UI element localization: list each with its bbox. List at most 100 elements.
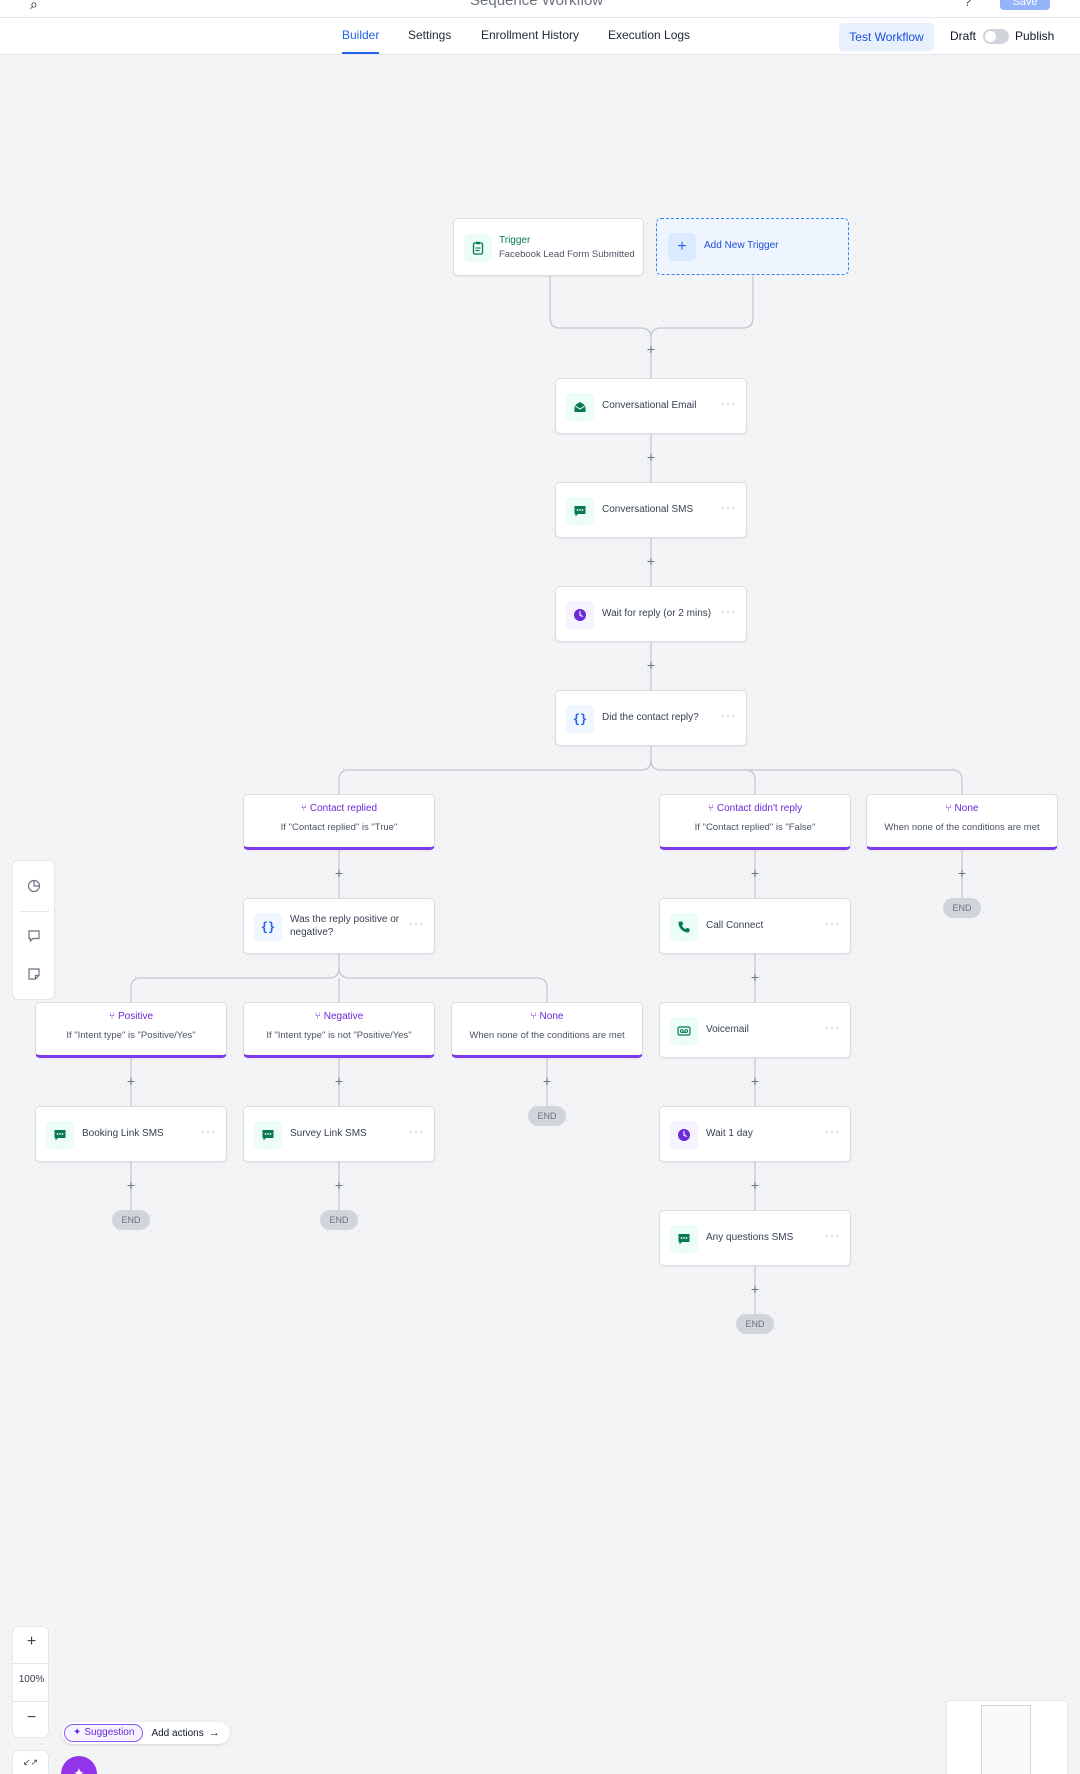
more-options-icon[interactable]: ··· [201, 1124, 216, 1138]
more-options-icon[interactable]: ··· [721, 500, 736, 514]
sms-icon [670, 1225, 698, 1253]
suggestion-label: Suggestion [84, 1727, 135, 1738]
fit-view-icon[interactable]: ↙↗ [12, 1750, 49, 1774]
branch-title: Positive [117, 1011, 153, 1022]
add-step-button[interactable]: + [748, 970, 762, 984]
add-trigger-label: Add New Trigger [704, 240, 779, 251]
conversational-email-node[interactable]: Conversational Email ··· [555, 378, 747, 434]
workflow-canvas[interactable] [0, 56, 1080, 1774]
more-options-icon[interactable]: ··· [825, 1020, 840, 1034]
booking-link-sms-node[interactable]: Booking Link SMS ··· [35, 1106, 227, 1162]
publish-toggle[interactable] [983, 29, 1009, 44]
add-step-button[interactable]: + [332, 1178, 346, 1192]
wait-for-reply-node[interactable]: Wait for reply (or 2 mins) ··· [555, 586, 747, 642]
zoom-in-button[interactable]: + [13, 1633, 50, 1651]
stats-icon[interactable] [25, 877, 43, 895]
search-icon[interactable]: ⌕ [30, 0, 38, 13]
minimap-viewport [981, 1705, 1031, 1774]
add-step-button[interactable]: + [124, 1074, 138, 1088]
branch-subtitle: When none of the conditions are met [469, 1030, 625, 1041]
call-connect-node[interactable]: Call Connect ··· [659, 898, 851, 954]
workflow-title[interactable]: Sequence Workflow [470, 0, 603, 9]
node-label: Voicemail [706, 1024, 749, 1035]
end-marker: END [320, 1210, 358, 1230]
help-icon[interactable]: ? [964, 0, 971, 9]
branch-none-sub[interactable]: ⑂ None When none of the conditions are me… [451, 1002, 643, 1058]
toolbar-divider [19, 911, 49, 912]
add-step-button[interactable]: + [748, 1282, 762, 1296]
braces-icon: {} [254, 913, 282, 941]
add-step-button[interactable]: + [748, 1178, 762, 1192]
branch-icon: ⑂ [108, 1011, 115, 1022]
node-label: Did the contact reply? [602, 712, 699, 723]
add-step-button[interactable]: + [644, 658, 658, 672]
more-options-icon[interactable]: ··· [721, 396, 736, 410]
zoom-out-button[interactable]: − [13, 1709, 50, 1727]
branch-icon: ⑂ [530, 1011, 537, 1022]
trigger-subtitle: Facebook Lead Form Submitted [499, 249, 635, 260]
tab-bar: Builder Settings Enrollment History Exec… [0, 18, 1080, 55]
node-label: Booking Link SMS [82, 1128, 164, 1139]
add-step-button[interactable]: + [332, 1074, 346, 1088]
minimap[interactable] [946, 1700, 1068, 1774]
branch-contact-replied[interactable]: ⑂ Contact replied If "Contact replied" is… [243, 794, 435, 850]
add-actions-link[interactable]: Add actions [151, 1728, 203, 1739]
branch-positive[interactable]: ⑂ Positive If "Intent type" is "Positive/… [35, 1002, 227, 1058]
more-options-icon[interactable]: ··· [825, 1124, 840, 1138]
more-options-icon[interactable]: ··· [721, 604, 736, 618]
survey-link-sms-node[interactable]: Survey Link SMS ··· [243, 1106, 435, 1162]
comment-icon[interactable] [25, 927, 43, 945]
reply-condition-node[interactable]: {} Was the reply positive or negative? ·… [243, 898, 435, 954]
more-options-icon[interactable]: ··· [825, 1228, 840, 1242]
tab-settings[interactable]: Settings [408, 28, 451, 42]
draft-label: Draft [950, 29, 977, 43]
branch-contact-didnt-reply[interactable]: ⑂ Contact didn't reply If "Contact replie… [659, 794, 851, 850]
wait-1-day-node[interactable]: Wait 1 day ··· [659, 1106, 851, 1162]
sticky-note-icon[interactable] [25, 965, 43, 983]
zoom-divider [13, 1701, 50, 1702]
add-step-button[interactable]: + [955, 866, 969, 880]
branch-icon: ⑂ [707, 803, 714, 814]
add-step-button[interactable]: + [748, 866, 762, 880]
node-label: Call Connect [706, 920, 764, 931]
arrow-right-icon: → [208, 1727, 220, 1739]
suggestion-pill[interactable]: ✦ Suggestion [64, 1724, 144, 1742]
add-new-trigger-button[interactable]: + Add New Trigger [656, 218, 849, 275]
more-options-icon[interactable]: ··· [409, 1124, 424, 1138]
voicemail-node[interactable]: Voicemail ··· [659, 1002, 851, 1058]
publish-label: Publish [1015, 29, 1055, 43]
trigger-title: Trigger [499, 235, 531, 246]
add-step-button[interactable]: + [332, 866, 346, 880]
test-workflow-button[interactable]: Test Workflow [839, 23, 934, 51]
branch-none[interactable]: ⑂ None When none of the conditions are me… [866, 794, 1058, 850]
more-options-icon[interactable]: ··· [721, 708, 736, 722]
trigger-node[interactable]: Trigger Facebook Lead Form Submitted [453, 218, 644, 276]
add-step-button[interactable]: + [644, 450, 658, 464]
zoom-controls: + 100% − [12, 1626, 50, 1738]
tab-builder[interactable]: Builder [342, 28, 380, 54]
zoom-divider [13, 1663, 50, 1664]
node-label: Conversational Email [602, 400, 697, 411]
branch-icon: ⑂ [314, 1011, 321, 1022]
tab-enrollment-history[interactable]: Enrollment History [481, 28, 579, 42]
add-step-button[interactable]: + [644, 342, 658, 356]
more-options-icon[interactable]: ··· [409, 916, 424, 930]
save-button[interactable]: Save [1000, 0, 1050, 10]
email-icon [566, 393, 594, 421]
condition-node[interactable]: {} Did the contact reply? ··· [555, 690, 747, 746]
add-step-button[interactable]: + [748, 1074, 762, 1088]
sms-icon [46, 1121, 74, 1149]
phone-icon [670, 913, 698, 941]
end-marker: END [528, 1106, 566, 1126]
branch-negative[interactable]: ⑂ Negative If "Intent type" is not "Posit… [243, 1002, 435, 1058]
more-options-icon[interactable]: ··· [825, 916, 840, 930]
conversational-sms-node[interactable]: Conversational SMS ··· [555, 482, 747, 538]
branch-subtitle: If "Intent type" is not "Positive/Yes" [266, 1030, 412, 1041]
branch-title: None [954, 803, 979, 814]
add-step-button[interactable]: + [644, 554, 658, 568]
tab-execution-logs[interactable]: Execution Logs [608, 28, 690, 42]
sms-icon [566, 497, 594, 525]
add-step-button[interactable]: + [540, 1074, 554, 1088]
any-questions-sms-node[interactable]: Any questions SMS ··· [659, 1210, 851, 1266]
add-step-button[interactable]: + [124, 1178, 138, 1192]
